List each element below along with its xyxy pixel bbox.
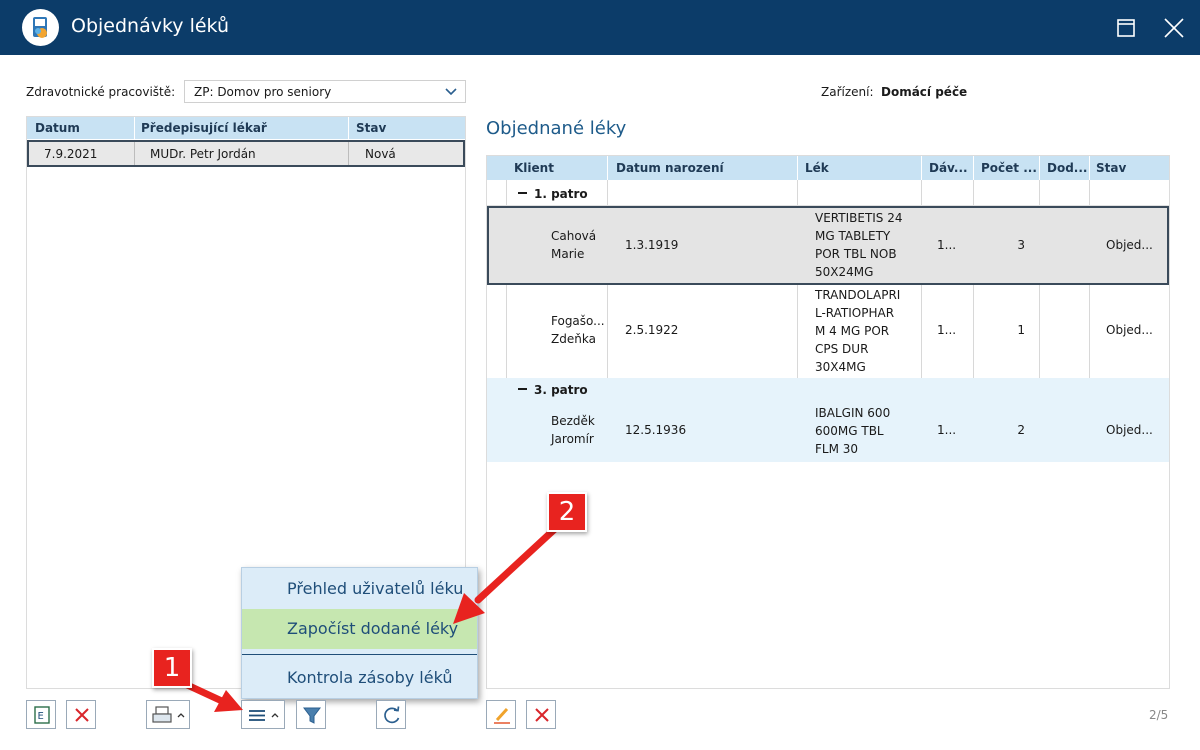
callout-badge: 1: [152, 648, 192, 688]
annotation-arrows: [179, 523, 561, 712]
callout-badge: 2: [547, 492, 587, 532]
